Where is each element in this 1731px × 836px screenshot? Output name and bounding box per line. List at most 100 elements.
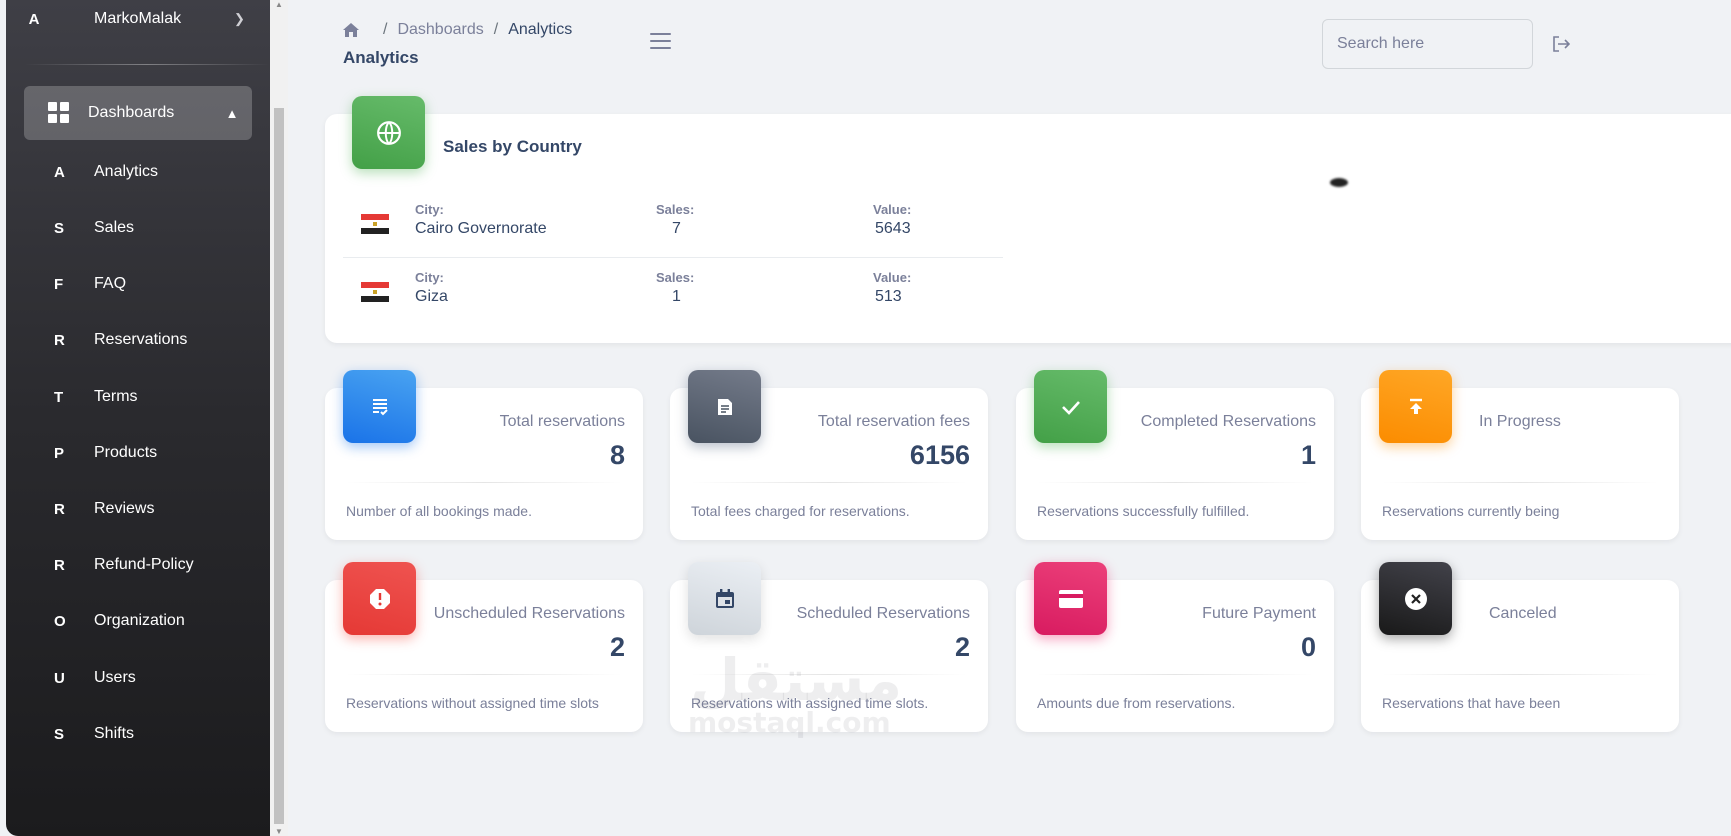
stat-divider <box>1381 674 1659 675</box>
user-initial: A <box>28 10 40 28</box>
egypt-flag-icon <box>361 282 389 302</box>
sidebar-item-label: Sales <box>94 219 135 236</box>
sidebar-item-terms[interactable]: T Terms <box>24 377 252 417</box>
home-icon[interactable] <box>343 23 359 37</box>
sidebar-item-label: Shifts <box>94 725 135 742</box>
city-value: Giza <box>415 288 448 305</box>
value-label: Value: <box>873 202 912 217</box>
stat-value: 0 <box>1300 632 1316 662</box>
stat-title: Unscheduled Reservations <box>433 605 625 622</box>
sidebar-item-reviews[interactable]: R Reviews <box>24 489 252 529</box>
stat-divider <box>345 674 623 675</box>
value-value: 5643 <box>875 220 911 237</box>
scrollbar-thumb[interactable] <box>274 108 284 824</box>
breadcrumb-separator: / <box>493 21 499 38</box>
sidebar-item-dashboards[interactable]: Dashboards ▲ <box>24 86 252 140</box>
watermark: مستقل mostaql.com <box>688 646 903 739</box>
table-row: City: Cairo Governorate Sales: 7 Value: 564… <box>343 190 1003 258</box>
dashboard-icon <box>48 102 70 124</box>
sales-value: 7 <box>672 220 681 237</box>
stat-divider <box>690 482 968 483</box>
sidebar-item-label: Reviews <box>94 500 155 517</box>
calendar-icon <box>688 562 761 635</box>
value-value: 513 <box>875 288 902 305</box>
scroll-down-arrow-icon[interactable]: ▼ <box>275 827 283 836</box>
sidebar-item-letter: R <box>54 331 65 349</box>
stat-divider <box>345 482 623 483</box>
breadcrumb-separator: / <box>383 21 388 38</box>
sidebar-item-refund-policy[interactable]: R Refund-Policy <box>24 545 252 585</box>
sidebar-item-letter: S <box>54 725 65 743</box>
stat-title: Completed Reservations <box>1140 413 1316 430</box>
breadcrumb-dashboards[interactable]: Dashboards <box>397 21 483 39</box>
stat-value: 2 <box>609 632 625 662</box>
sidebar-scrollbar[interactable]: ▲ ▼ <box>270 0 288 836</box>
breadcrumb-current: Analytics <box>508 21 573 38</box>
menu-toggle-icon[interactable] <box>650 33 671 49</box>
stat-value: 6156 <box>909 440 970 470</box>
sidebar-item-sales[interactable]: S Sales <box>24 208 252 248</box>
sidebar: A MarkoMalak ❯ Dashboards ▲ A Analytics … <box>6 0 270 836</box>
sidebar-item-letter: A <box>54 163 65 181</box>
stat-divider <box>1381 482 1659 483</box>
sidebar-item-faq[interactable]: F FAQ <box>24 264 252 304</box>
stat-value: 2 <box>954 632 970 662</box>
sidebar-item-products[interactable]: P Products <box>24 433 252 473</box>
sidebar-item-analytics[interactable]: A Analytics <box>24 152 252 192</box>
sidebar-item-label: FAQ <box>94 275 127 292</box>
sidebar-item-users[interactable]: U Users <box>24 658 252 698</box>
sidebar-item-label: Refund-Policy <box>94 556 194 573</box>
stat-title: In Progress <box>1479 413 1561 430</box>
watermark-latin: mostaql.com <box>688 706 891 739</box>
sidebar-item-letter: O <box>54 612 66 630</box>
logout-icon[interactable] <box>1552 36 1571 52</box>
egypt-flag-icon <box>361 214 389 234</box>
sales-label: Sales: <box>656 270 695 285</box>
sidebar-item-label: Analytics <box>94 163 159 180</box>
scroll-up-arrow-icon[interactable]: ▲ <box>275 0 283 9</box>
chevron-up-icon: ▲ <box>225 105 239 121</box>
stat-title: Total reservation fees <box>817 413 970 430</box>
stat-divider <box>1036 674 1314 675</box>
receipt-icon <box>343 370 416 443</box>
sales-value: 1 <box>672 288 681 305</box>
cancel-icon <box>1379 562 1452 635</box>
user-menu[interactable]: A MarkoMalak ❯ <box>6 0 270 38</box>
stat-value: 1 <box>1300 440 1316 470</box>
sidebar-item-label: Products <box>94 444 158 461</box>
stat-title: Total reservations <box>499 413 625 430</box>
sidebar-divider <box>24 64 270 65</box>
sales-card-title: Sales by Country <box>443 137 582 156</box>
sales-label: Sales: <box>656 202 695 217</box>
check-icon <box>1034 370 1107 443</box>
sidebar-item-label: Terms <box>94 388 138 405</box>
user-name: MarkoMalak <box>94 10 182 27</box>
sidebar-item-letter: R <box>54 500 65 518</box>
watermark-arabic: مستقل <box>690 646 903 714</box>
sidebar-item-reservations[interactable]: R Reservations <box>24 320 252 360</box>
city-label: City: <box>415 270 444 285</box>
alert-icon <box>343 562 416 635</box>
sidebar-item-letter: S <box>54 219 65 237</box>
credit-card-icon <box>1034 562 1107 635</box>
sidebar-item-letter: R <box>54 556 65 574</box>
stat-description: Reservations that have been <box>1382 695 1561 711</box>
stat-description: Total fees charged for reservations. <box>691 503 910 519</box>
table-row: City: Giza Sales: 1 Value: 513 <box>343 258 1003 326</box>
map-marker <box>1330 178 1348 187</box>
sidebar-item-label: Organization <box>94 612 185 629</box>
stat-title: Future Payment <box>1202 605 1316 622</box>
page-title: Analytics <box>343 48 419 67</box>
sidebar-item-shifts[interactable]: S Shifts <box>24 714 252 754</box>
sidebar-item-letter: P <box>54 444 65 462</box>
stat-description: Amounts due from reservations. <box>1037 695 1236 711</box>
sidebar-item-organization[interactable]: O Organization <box>24 601 252 641</box>
stat-description: Reservations without assigned time slots <box>346 695 599 711</box>
sidebar-item-label: Users <box>94 669 136 686</box>
city-value: Cairo Governorate <box>415 220 547 237</box>
sidebar-item-letter: F <box>54 275 64 293</box>
search-input[interactable] <box>1322 19 1533 69</box>
breadcrumb: / Dashboards / Analytics <box>343 21 572 39</box>
sidebar-item-letter: T <box>54 388 64 406</box>
stat-description: Number of all bookings made. <box>346 503 532 519</box>
